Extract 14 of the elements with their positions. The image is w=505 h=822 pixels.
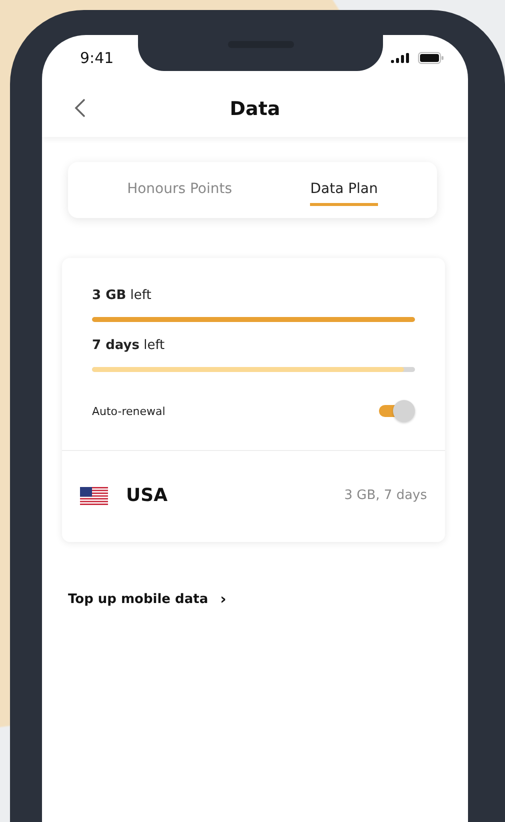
meter-label: 3 GB left <box>92 288 152 303</box>
country-name: USA <box>126 485 169 506</box>
top-up-link[interactable]: Top up mobile data › <box>68 590 226 608</box>
tab[interactable]: Data Plan <box>310 174 378 206</box>
battery-icon <box>418 52 444 64</box>
auto-renewal-toggle[interactable] <box>379 400 415 422</box>
signal-icon <box>391 52 411 62</box>
flag-icon <box>80 486 108 504</box>
status-time: 9:41 <box>80 48 114 66</box>
plan-summary: 3 GB, 7 days <box>344 488 427 503</box>
meter-label: 7 days left <box>92 338 166 353</box>
tab[interactable]: Honours Points <box>127 174 232 206</box>
page-title: Data <box>230 98 280 120</box>
auto-renewal-label: Auto-renewal <box>92 404 166 418</box>
